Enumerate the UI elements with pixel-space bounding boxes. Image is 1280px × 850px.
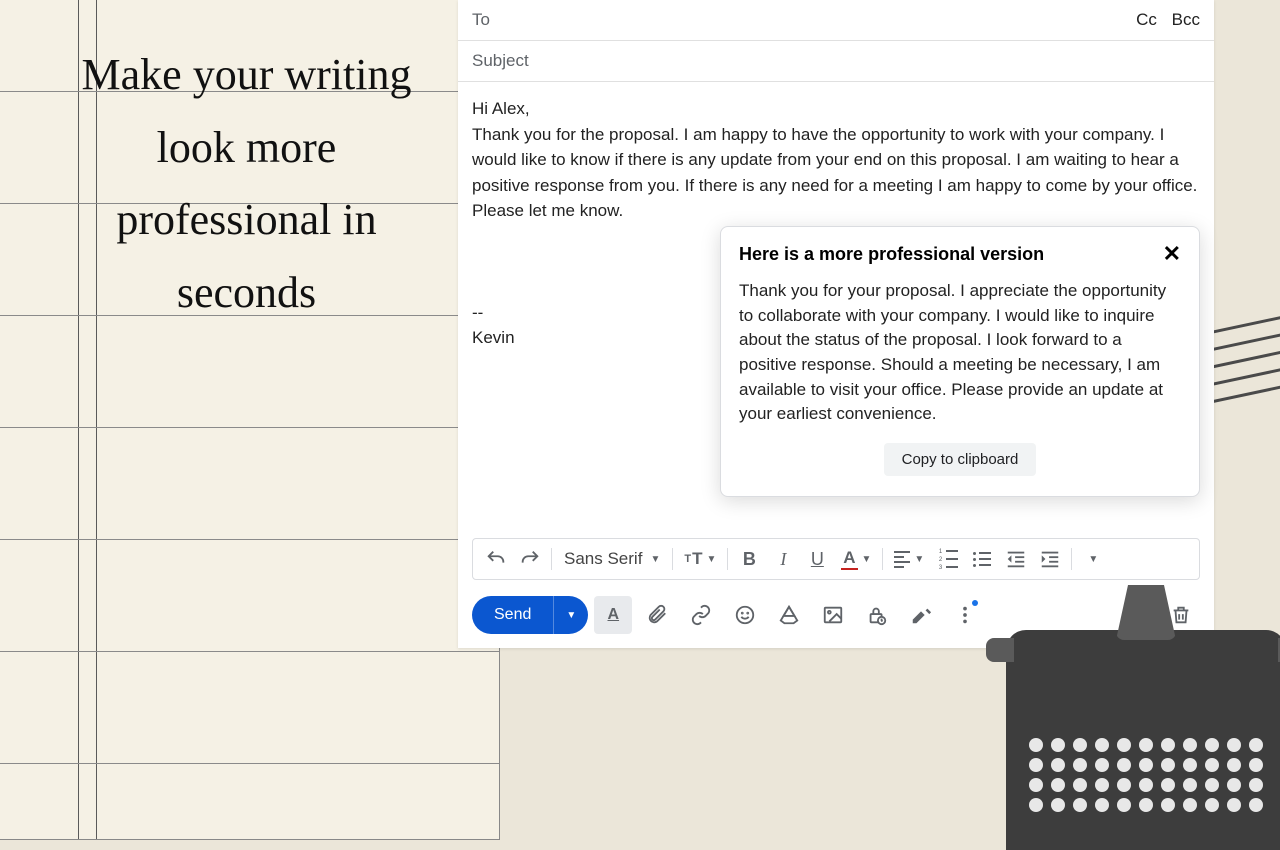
numbered-list-icon[interactable]: 123 (931, 542, 965, 576)
subject-placeholder: Subject (472, 51, 529, 71)
chevron-down-icon: ▼ (650, 554, 660, 565)
to-label: To (472, 10, 490, 30)
typewriter-graphic (1006, 630, 1280, 850)
attach-icon[interactable] (638, 596, 676, 634)
align-icon[interactable]: ▼ (887, 542, 931, 576)
underline-icon[interactable]: U (800, 542, 834, 576)
link-icon[interactable] (682, 596, 720, 634)
italic-icon[interactable]: I (766, 542, 800, 576)
notebook-paper: Make your writing look more professional… (0, 0, 500, 840)
drive-icon[interactable] (770, 596, 808, 634)
close-icon[interactable]: ✕ (1163, 243, 1181, 265)
send-button[interactable]: Send ▼ (472, 596, 588, 634)
popup-body: Thank you for your proposal. I appreciat… (739, 279, 1181, 427)
bulleted-list-icon[interactable] (965, 542, 999, 576)
font-size-icon[interactable]: TT ▼ (677, 542, 723, 576)
to-row[interactable]: To Cc Bcc (458, 0, 1214, 41)
format-toolbar: Sans Serif ▼ TT ▼ B I U A ▼ ▼ 123 (472, 538, 1200, 580)
confidential-icon[interactable] (858, 596, 896, 634)
body-greeting: Hi Alex, (472, 96, 1200, 122)
signature-icon[interactable] (902, 596, 940, 634)
font-select[interactable]: Sans Serif ▼ (556, 549, 668, 569)
suggestion-popup: Here is a more professional version ✕ Th… (720, 226, 1200, 497)
undo-icon[interactable] (479, 542, 513, 576)
font-label: Sans Serif (564, 549, 642, 569)
compose-bottom-bar: Send ▼ A (472, 596, 1200, 634)
text-style-icon[interactable]: A (594, 596, 632, 634)
popup-title: Here is a more professional version (739, 244, 1044, 265)
indent-more-icon[interactable] (1033, 542, 1067, 576)
promo-text: Make your writing look more professional… (76, 39, 417, 329)
send-options-icon[interactable]: ▼ (553, 596, 588, 634)
more-options-icon[interactable] (946, 596, 984, 634)
send-label: Send (472, 596, 553, 634)
cc-link[interactable]: Cc (1136, 10, 1157, 29)
more-format-icon[interactable]: ▼ (1076, 542, 1110, 576)
subject-row[interactable]: Subject (458, 41, 1214, 82)
indent-less-icon[interactable] (999, 542, 1033, 576)
copy-clipboard-button[interactable]: Copy to clipboard (884, 443, 1037, 476)
bold-icon[interactable]: B (732, 542, 766, 576)
text-color-icon[interactable]: A ▼ (834, 542, 878, 576)
bcc-link[interactable]: Bcc (1172, 10, 1200, 29)
emoji-icon[interactable] (726, 596, 764, 634)
image-icon[interactable] (814, 596, 852, 634)
compose-window: To Cc Bcc Subject Hi Alex, Thank you for… (458, 0, 1214, 648)
redo-icon[interactable] (513, 542, 547, 576)
body-text: Thank you for the proposal. I am happy t… (472, 122, 1200, 224)
